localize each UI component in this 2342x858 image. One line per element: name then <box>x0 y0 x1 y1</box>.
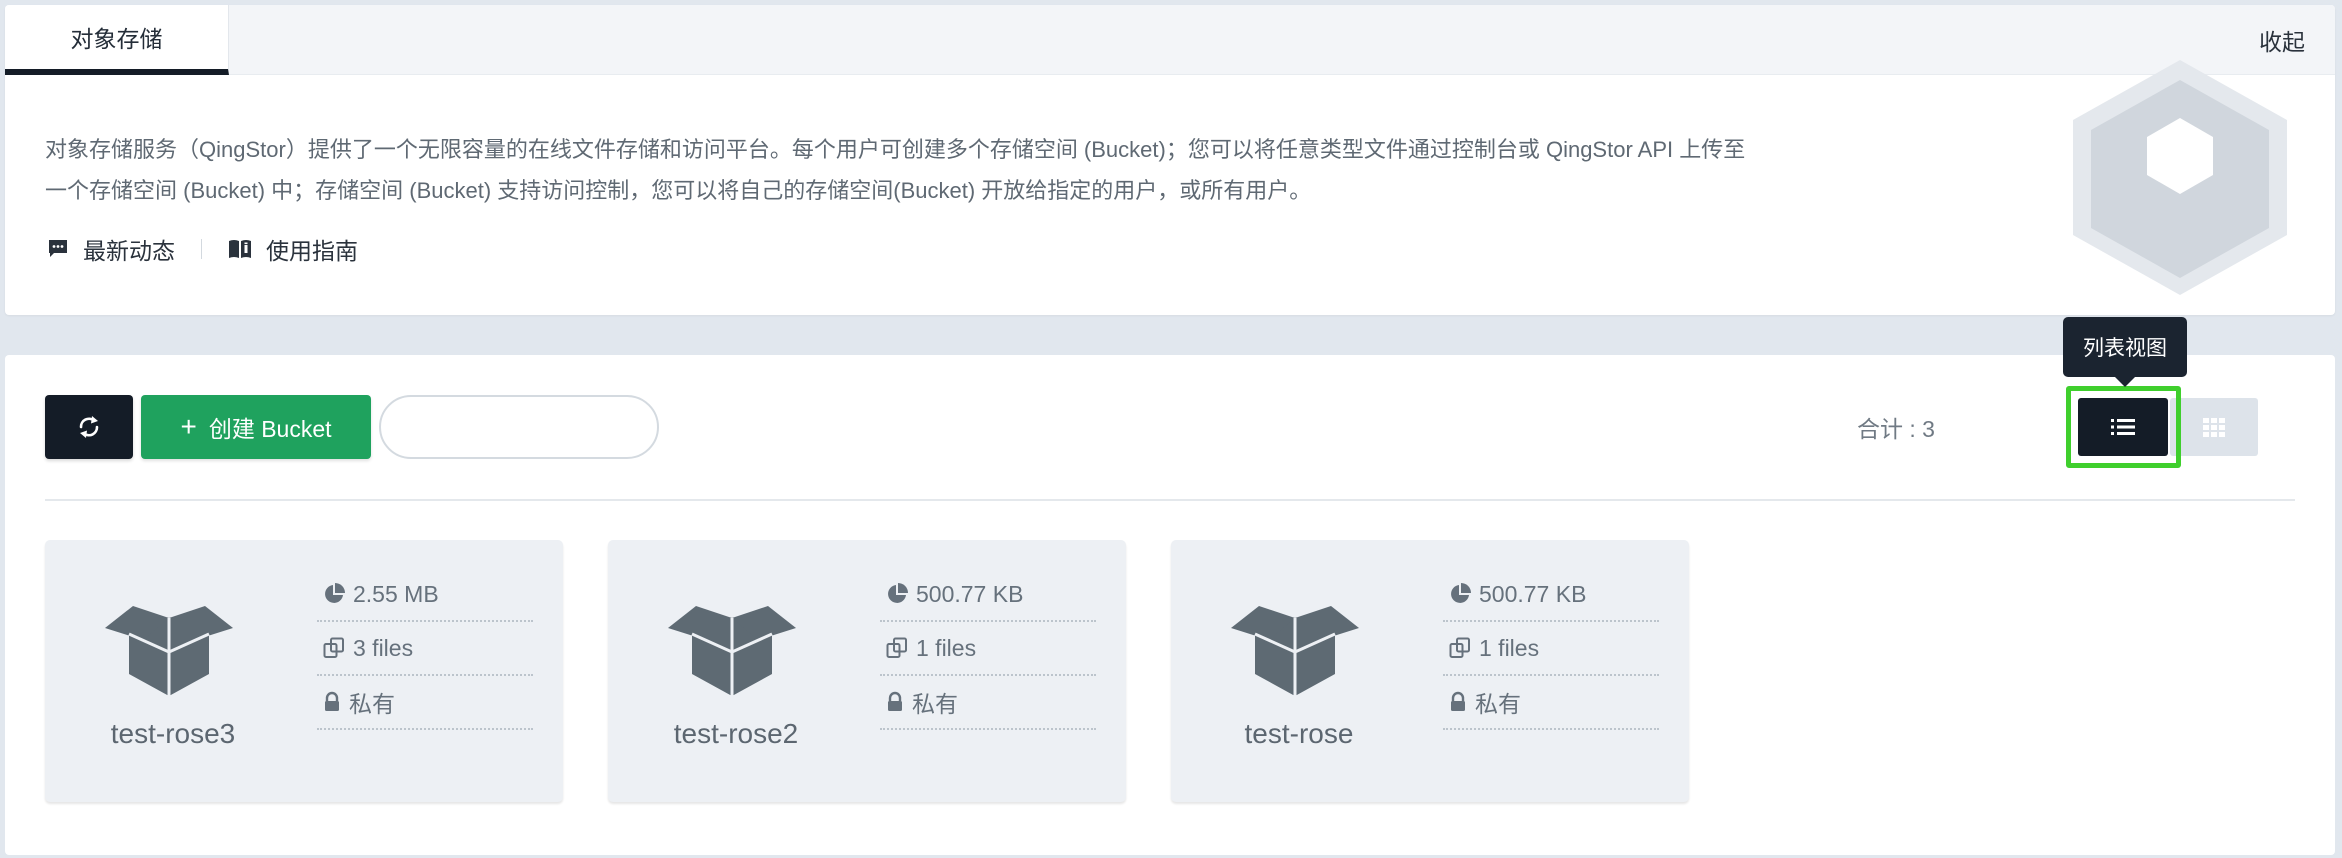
intro-panel: 对象存储 收起 对象存储服务（QingStor）提供了一个无限容量的在线文件存储… <box>5 5 2335 315</box>
user-guide-link[interactable]: 使用指南 <box>228 232 358 266</box>
object-storage-hex-icon <box>2073 60 2287 295</box>
bucket-name[interactable]: test-rose <box>1171 718 1427 750</box>
bucket-file-count: 3 files <box>353 634 414 661</box>
bucket-access-row: 私有 <box>880 676 1096 730</box>
bucket-access: 私有 <box>1475 691 1521 717</box>
toolbar-divider <box>45 499 2295 501</box>
tab-object-storage[interactable]: 对象存储 <box>5 5 229 75</box>
intro-links: 最新动态 使用指南 <box>47 229 358 269</box>
search-input[interactable] <box>379 395 659 459</box>
bucket-size: 500.77 KB <box>1479 580 1587 607</box>
bucket-size: 500.77 KB <box>916 580 1024 607</box>
tab-strip: 对象存储 收起 <box>5 5 2335 75</box>
list-icon <box>2111 419 2135 435</box>
files-icon <box>323 637 344 658</box>
view-toggle <box>2066 386 2259 468</box>
plus-icon: + <box>180 411 197 442</box>
refresh-icon <box>79 416 99 438</box>
bucket-stats: 2.55 MB 3 files 私有 <box>317 568 533 730</box>
pie-chart-icon <box>888 583 908 603</box>
list-view-tooltip: 列表视图 <box>2063 317 2187 387</box>
bucket-box-icon <box>105 606 233 696</box>
bucket-box-icon <box>1231 606 1359 696</box>
pie-chart-icon <box>325 583 345 603</box>
bucket-card[interactable]: test-rose2 500.77 KB 1 files 私有 <box>608 540 1126 802</box>
bucket-file-count: 1 files <box>1479 634 1540 661</box>
bucket-stats: 500.77 KB 1 files 私有 <box>1443 568 1659 730</box>
lock-icon <box>1451 691 1465 711</box>
bucket-access-row: 私有 <box>317 676 533 730</box>
description-line: 对象存储服务（QingStor）提供了一个无限容量的在线文件存储和访问平台。每个… <box>45 137 1746 162</box>
bucket-card[interactable]: test-rose 500.77 KB 1 files 私有 <box>1171 540 1689 802</box>
bucket-access: 私有 <box>912 691 958 717</box>
lock-icon <box>325 691 339 711</box>
bucket-files-row: 1 files <box>1443 622 1659 676</box>
lock-icon <box>888 691 902 711</box>
service-description: 对象存储服务（QingStor）提供了一个无限容量的在线文件存储和访问平台。每个… <box>45 129 1965 211</box>
description-line: 一个存储空间 (Bucket) 中；存储空间 (Bucket) 支持访问控制，您… <box>45 178 1312 203</box>
bucket-name[interactable]: test-rose2 <box>608 718 864 750</box>
bucket-file-count: 1 files <box>916 634 977 661</box>
bucket-size: 2.55 MB <box>353 580 439 607</box>
grid-view-button[interactable] <box>2170 398 2258 456</box>
bucket-name[interactable]: test-rose3 <box>45 718 301 750</box>
list-view-button[interactable] <box>2078 398 2168 456</box>
bucket-files-row: 1 files <box>880 622 1096 676</box>
bucket-size-row: 500.77 KB <box>1443 568 1659 622</box>
link-divider <box>201 239 202 259</box>
grid-icon <box>2203 418 2225 437</box>
latest-news-link[interactable]: 最新动态 <box>47 232 175 266</box>
latest-news-label: 最新动态 <box>83 238 175 264</box>
bucket-panel: + 创建 Bucket 合计 : 3 列表视图 test-rose3 2.55 … <box>5 317 2335 855</box>
bucket-size-row: 2.55 MB <box>317 568 533 622</box>
bucket-stats: 500.77 KB 1 files 私有 <box>880 568 1096 730</box>
bucket-access-row: 私有 <box>1443 676 1659 730</box>
create-bucket-label: 创建 Bucket <box>208 416 332 442</box>
pie-chart-icon <box>1451 583 1471 603</box>
files-icon <box>1449 637 1470 658</box>
bucket-box-icon <box>668 606 796 696</box>
create-bucket-button[interactable]: + 创建 Bucket <box>141 395 371 459</box>
files-icon <box>886 637 907 658</box>
bucket-files-row: 3 files <box>317 622 533 676</box>
book-icon <box>229 240 251 258</box>
message-icon <box>49 240 67 257</box>
bucket-size-row: 500.77 KB <box>880 568 1096 622</box>
refresh-button[interactable] <box>45 395 133 459</box>
bucket-access: 私有 <box>349 691 395 717</box>
bucket-card[interactable]: test-rose3 2.55 MB 3 files 私有 <box>45 540 563 802</box>
total-count: 合计 : 3 <box>1857 416 1935 442</box>
user-guide-label: 使用指南 <box>266 238 358 264</box>
